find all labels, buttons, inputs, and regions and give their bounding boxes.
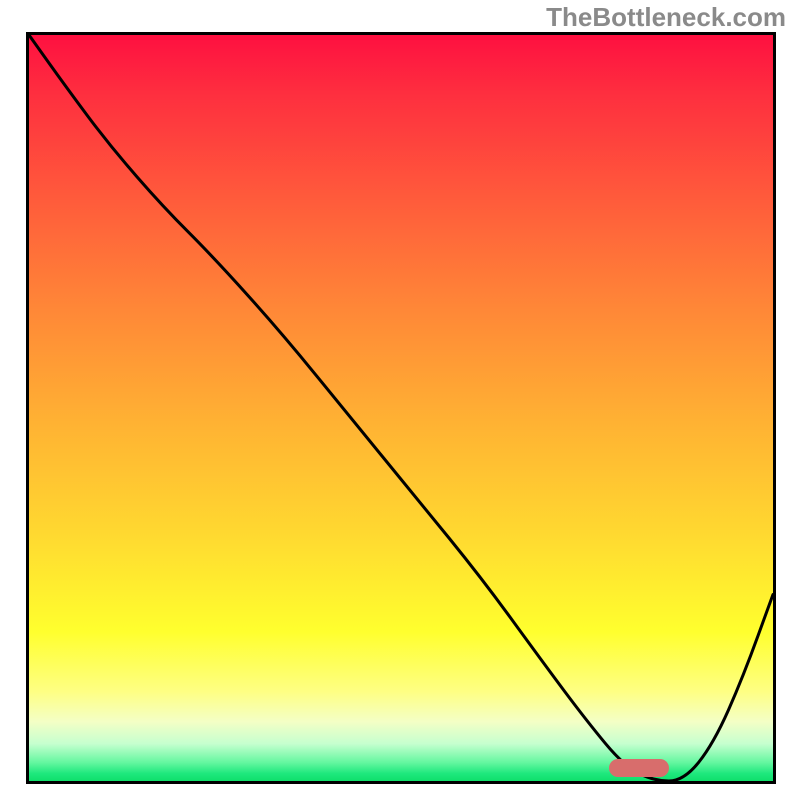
stage: TheBottleneck.com	[0, 0, 800, 800]
bottleneck-chart	[26, 32, 776, 784]
bottleneck-curve	[29, 35, 773, 781]
bottleneck-curve-path	[29, 35, 773, 781]
optimal-range-marker	[609, 759, 669, 777]
watermark-text: TheBottleneck.com	[546, 2, 786, 33]
